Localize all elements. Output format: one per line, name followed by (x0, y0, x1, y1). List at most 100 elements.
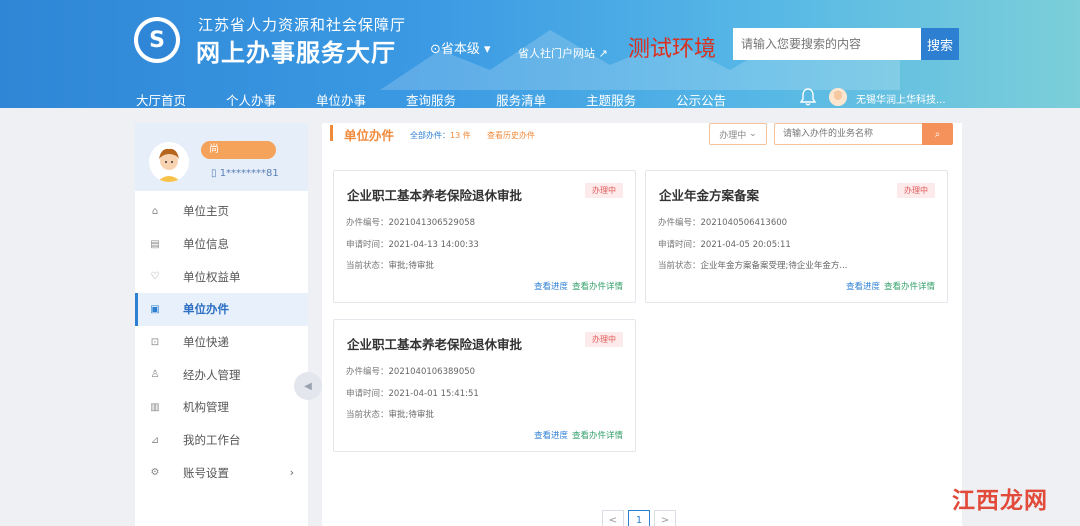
sidebar-item-label: 经办人管理 (183, 367, 241, 382)
truck-icon: ⊡ (150, 336, 160, 348)
case-state-value: 企业年金方案备案受理;待企业年金方... (700, 261, 848, 271)
pagination: < 1 > (602, 510, 680, 526)
user-icon: ♙ (150, 369, 160, 381)
nav-unit[interactable]: 单位办事 (316, 90, 366, 108)
nav-notice[interactable]: 公示公告 (676, 90, 726, 108)
page-number[interactable]: 1 (628, 510, 650, 526)
location-icon: ⊙ (430, 42, 441, 57)
nav-home[interactable]: 大厅首页 (136, 90, 186, 108)
site-logo[interactable]: S (134, 17, 180, 63)
case-state: 当前状态：企业年金方案备案受理;待企业年金方... (658, 259, 848, 271)
sidebar-item-label: 单位办件 (183, 302, 229, 317)
share-icon: ↗ (595, 47, 608, 60)
case-number-label: 办件编号： (346, 367, 389, 377)
status-badge: 办理中 (585, 183, 623, 198)
sidebar-item-label: 单位快递 (183, 335, 229, 350)
view-detail-link[interactable]: 查看办件详情 (572, 282, 623, 292)
bell-icon[interactable] (800, 88, 816, 106)
view-progress-link[interactable]: 查看进度 (534, 431, 568, 441)
profile-avatar (149, 142, 189, 182)
view-detail-link[interactable]: 查看办件详情 (572, 431, 623, 441)
case-time: 申请时间：2021-04-01 15:41:51 (346, 387, 479, 399)
case-links: 查看进度 查看办件详情 (534, 429, 623, 441)
main-content: 单位办件 全部办件：13 件 查看历史办件 办理中 ⌄ ⌕ 企业职工基本养老保险… (322, 123, 962, 526)
site-search-button[interactable]: 搜索 (921, 28, 959, 60)
case-card: 企业职工基本养老保险退休审批 办理中 办件编号：2021041306529058… (333, 170, 636, 303)
case-time-value: 2021-04-05 20:05:11 (700, 240, 791, 250)
case-time-label: 申请时间： (346, 240, 389, 250)
org-icon: ▥ (150, 401, 160, 413)
heart-icon: ♡ (150, 271, 160, 283)
case-state-label: 当前状态： (346, 410, 389, 420)
info-icon: ▤ (150, 238, 160, 250)
nav-query[interactable]: 查询服务 (406, 90, 456, 108)
case-time: 申请时间：2021-04-13 14:00:33 (346, 238, 479, 250)
watermark: 江西龙网 (952, 488, 1048, 514)
collapse-sidebar-button[interactable]: ◀ (294, 372, 322, 400)
case-number: 办件编号：2021040106389050 (346, 365, 475, 377)
case-state-value: 审批;待审批 (388, 410, 434, 420)
user-avatar[interactable] (829, 88, 847, 106)
view-progress-link[interactable]: 查看进度 (534, 282, 568, 292)
section-accent-bar (330, 125, 333, 141)
sidebar-item-cases[interactable]: ▣ 单位办件 (135, 293, 308, 326)
case-state: 当前状态：审批;待审批 (346, 259, 434, 271)
chart-icon: ⊿ (150, 434, 160, 446)
case-time-label: 申请时间： (346, 389, 389, 399)
sidebar-item-agents[interactable]: ♙ 经办人管理 (135, 358, 308, 391)
sidebar-menu: ⌂ 单位主页 ▤ 单位信息 ♡ 单位权益单 ▣ 单位办件 ⊡ 单位快递 ♙ 经办人管理 ▥ 机… (135, 195, 308, 489)
sidebar-item-org[interactable]: ▥ 机构管理 (135, 391, 308, 424)
portal-link-label: 省人社门户网站 (518, 47, 595, 60)
sidebar-item-home[interactable]: ⌂ 单位主页 (135, 195, 308, 228)
sidebar-item-express[interactable]: ⊡ 单位快递 (135, 326, 308, 359)
case-time-value: 2021-04-01 15:41:51 (388, 389, 479, 399)
sidebar-item-workbench[interactable]: ⊿ 我的工作台 (135, 424, 308, 457)
nav-service-list[interactable]: 服务清单 (496, 90, 546, 108)
status-filter-select[interactable]: 办理中 ⌄ (709, 123, 767, 145)
site-search-input[interactable] (733, 28, 921, 60)
status-filter-value: 办理中 (719, 130, 747, 141)
user-name[interactable]: 无锡华润上华科技... (856, 91, 946, 106)
case-links: 查看进度 查看办件详情 (846, 280, 935, 292)
view-progress-link[interactable]: 查看进度 (846, 282, 880, 292)
case-title: 企业职工基本养老保险退休审批 (347, 337, 523, 352)
site-subtitle: 江苏省人力资源和社会保障厅 (198, 16, 407, 34)
case-number-value: 2021041306529058 (388, 218, 476, 228)
case-card: 企业年金方案备案 办理中 办件编号：2021040506413600 申请时间：… (645, 170, 948, 303)
case-number-value: 2021040106389050 (388, 367, 476, 377)
portal-link[interactable]: 省人社门户网站 ↗ (518, 45, 608, 61)
sidebar-item-label: 单位主页 (183, 204, 229, 219)
case-count-value: 13 件 (450, 131, 471, 140)
case-state: 当前状态：审批;待审批 (346, 408, 434, 420)
case-number-label: 办件编号： (346, 218, 389, 228)
case-state-label: 当前状态： (346, 261, 389, 271)
sidebar-item-account[interactable]: ⚙ 账号设置 › (135, 457, 308, 490)
region-selector[interactable]: ⊙省本级 ▾ (430, 38, 491, 57)
prev-page-button[interactable]: < (602, 510, 624, 526)
triangle-left-icon: ◀ (304, 380, 312, 392)
next-page-button[interactable]: > (654, 510, 676, 526)
case-time-label: 申请时间： (658, 240, 701, 250)
sidebar-item-rights[interactable]: ♡ 单位权益单 (135, 260, 308, 293)
nav-personal[interactable]: 个人办事 (226, 90, 276, 108)
case-card: 企业职工基本养老保险退休审批 办理中 办件编号：2021040106389050… (333, 319, 636, 452)
case-search-input[interactable] (774, 123, 922, 145)
sidebar-item-info[interactable]: ▤ 单位信息 (135, 228, 308, 261)
profile-phone: ▯ 1********81 (211, 168, 279, 179)
case-number-label: 办件编号： (658, 218, 701, 228)
sidebar-item-label: 单位权益单 (183, 269, 241, 284)
nav-theme[interactable]: 主题服务 (586, 90, 636, 108)
section-title: 单位办件 (344, 128, 395, 143)
case-count: 全部办件：13 件 (410, 130, 471, 141)
history-link[interactable]: 查看历史办件 (487, 130, 535, 141)
files-icon: ▣ (150, 303, 160, 315)
view-detail-link[interactable]: 查看办件详情 (884, 282, 935, 292)
status-badge: 办理中 (585, 332, 623, 347)
sidebar: 尚 ▯ 1********81 ⌂ 单位主页 ▤ 单位信息 ♡ 单位权益单 ▣ 单位办件… (135, 123, 308, 526)
home-icon: ⌂ (151, 205, 159, 217)
test-env-label: 测试环境 (628, 37, 717, 62)
case-title: 企业年金方案备案 (659, 188, 760, 203)
logo-icon: S (138, 21, 176, 59)
case-number-value: 2021040506413600 (700, 218, 788, 228)
case-search-button[interactable]: ⌕ (922, 123, 953, 145)
